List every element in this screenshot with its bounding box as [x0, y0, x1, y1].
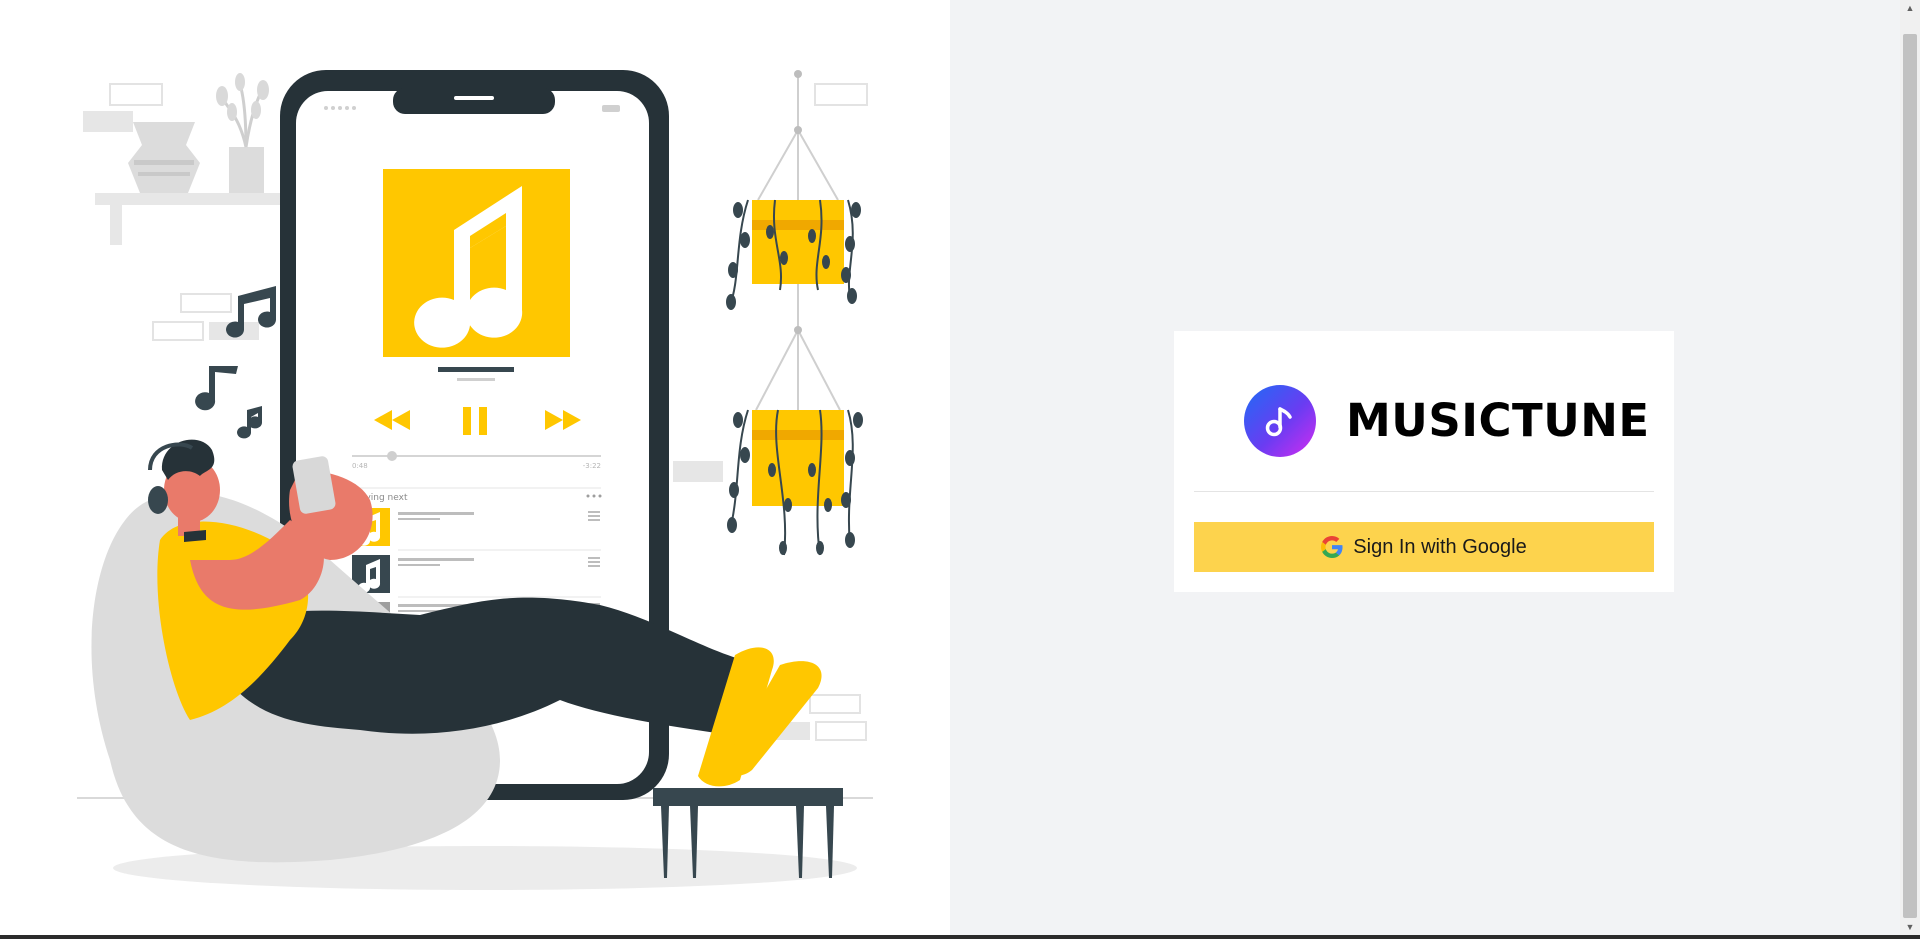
google-g-icon — [1321, 536, 1343, 558]
brand-logo — [1244, 385, 1316, 457]
scroll-down-icon[interactable]: ▼ — [1900, 919, 1920, 935]
music-note-icon — [1265, 407, 1292, 437]
scroll-thumb[interactable] — [1903, 34, 1917, 918]
phone-time-remaining: -3:22 — [583, 462, 601, 470]
google-sign-in-button[interactable]: Sign In with Google — [1194, 522, 1654, 572]
phone-time-elapsed: 0:48 — [352, 462, 368, 470]
brand-header: MUSICTUNE — [1174, 331, 1674, 491]
window-bottom-edge — [0, 935, 1920, 939]
card-divider — [1194, 491, 1654, 492]
hero-illustration-panel: 0:48 -3:22 Playing next — [0, 0, 950, 939]
brand-name: MUSICTUNE — [1346, 394, 1650, 447]
scroll-up-icon[interactable]: ▲ — [1900, 0, 1920, 16]
login-card: MUSICTUNE Sign In with Google — [1174, 331, 1674, 592]
hero-illustration: 0:48 -3:22 Playing next — [77, 70, 873, 890]
page-scrollbar[interactable]: ▲ ▼ — [1900, 0, 1920, 939]
google-sign-in-label: Sign In with Google — [1353, 535, 1527, 558]
